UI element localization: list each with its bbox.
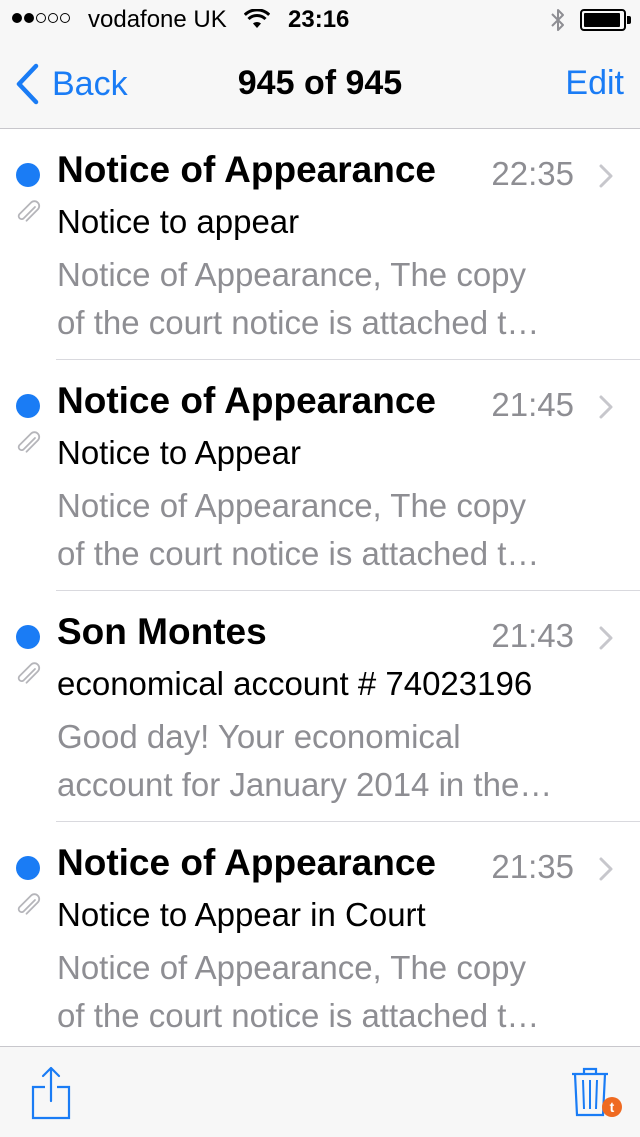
paperclip-icon bbox=[17, 200, 41, 222]
clock: 23:16 bbox=[288, 6, 350, 33]
message-time: 21:45 bbox=[491, 386, 574, 423]
preview-line: Notice of Appearance, The copy bbox=[57, 256, 527, 293]
trash-badge: t bbox=[602, 1097, 622, 1117]
bluetooth-icon bbox=[551, 9, 564, 31]
chevron-right-icon bbox=[599, 164, 613, 188]
unread-dot-icon bbox=[16, 394, 40, 418]
message-subject: economical account # 74023196 bbox=[57, 665, 533, 702]
unread-dot-icon bbox=[16, 625, 40, 649]
message-sender: Notice of Appearance bbox=[57, 380, 436, 421]
top-bar: vodafone UK 23:16 Back 945 of 945 Edit bbox=[0, 0, 640, 129]
message-list: Notice of Appearance 22:35 Notice to app… bbox=[0, 129, 640, 1053]
preview-line: Notice of Appearance, The copy bbox=[57, 949, 527, 986]
message-row[interactable]: Notice of Appearance 21:35 Notice to App… bbox=[0, 822, 640, 1053]
message-row[interactable]: Notice of Appearance 22:35 Notice to app… bbox=[0, 129, 640, 360]
edit-button[interactable]: Edit bbox=[565, 64, 624, 103]
preview-line: of the court notice is attached t… bbox=[57, 304, 540, 341]
wifi-icon bbox=[244, 9, 270, 28]
signal-dot bbox=[12, 13, 22, 23]
preview-line: account for January 2014 in the… bbox=[57, 766, 553, 803]
unread-dot-icon bbox=[16, 856, 40, 880]
share-icon[interactable] bbox=[30, 1065, 72, 1121]
message-sender: Son Montes bbox=[57, 611, 267, 652]
preview-line: Notice of Appearance, The copy bbox=[57, 487, 527, 524]
battery-icon bbox=[580, 9, 631, 31]
message-subject: Notice to appear bbox=[57, 203, 300, 240]
message-preview: Notice of Appearance, The copy of the co… bbox=[57, 251, 607, 347]
unread-dot-icon bbox=[16, 163, 40, 187]
battery-level bbox=[584, 13, 621, 27]
signal-dot bbox=[60, 13, 70, 23]
message-preview: Notice of Appearance, The copy of the co… bbox=[57, 482, 607, 578]
signal-dot bbox=[24, 13, 34, 23]
page-title: 945 of 945 bbox=[237, 64, 403, 102]
status-bar: vodafone UK 23:16 bbox=[0, 0, 640, 40]
message-sender: Notice of Appearance bbox=[57, 149, 436, 190]
message-preview: Notice of Appearance, The copy of the co… bbox=[57, 944, 607, 1040]
chevron-right-icon bbox=[599, 395, 613, 419]
message-time: 21:43 bbox=[491, 617, 574, 654]
signal-dot bbox=[36, 13, 46, 23]
paperclip-icon bbox=[17, 893, 41, 915]
preview-line: of the court notice is attached t… bbox=[57, 535, 540, 572]
paperclip-icon bbox=[17, 431, 41, 453]
message-row[interactable]: Notice of Appearance 21:45 Notice to App… bbox=[0, 360, 640, 591]
message-time: 22:35 bbox=[491, 155, 574, 192]
message-row[interactable]: Son Montes 21:43 economical account # 74… bbox=[0, 591, 640, 822]
signal-strength-icon bbox=[12, 13, 70, 23]
chevron-right-icon bbox=[599, 626, 613, 650]
message-subject: Notice to Appear bbox=[57, 434, 301, 471]
message-preview: Good day! Your economical account for Ja… bbox=[57, 713, 607, 809]
message-sender: Notice of Appearance bbox=[57, 842, 436, 883]
message-time: 21:35 bbox=[491, 848, 574, 885]
carrier-name: vodafone UK bbox=[88, 6, 227, 33]
chevron-right-icon bbox=[599, 857, 613, 881]
signal-dot bbox=[48, 13, 58, 23]
paperclip-icon bbox=[17, 662, 41, 684]
preview-line: of the court notice is attached t… bbox=[57, 997, 540, 1034]
message-subject: Notice to Appear in Court bbox=[57, 896, 426, 933]
bottom-toolbar: t bbox=[0, 1046, 640, 1137]
preview-line: Good day! Your economical bbox=[57, 718, 461, 755]
